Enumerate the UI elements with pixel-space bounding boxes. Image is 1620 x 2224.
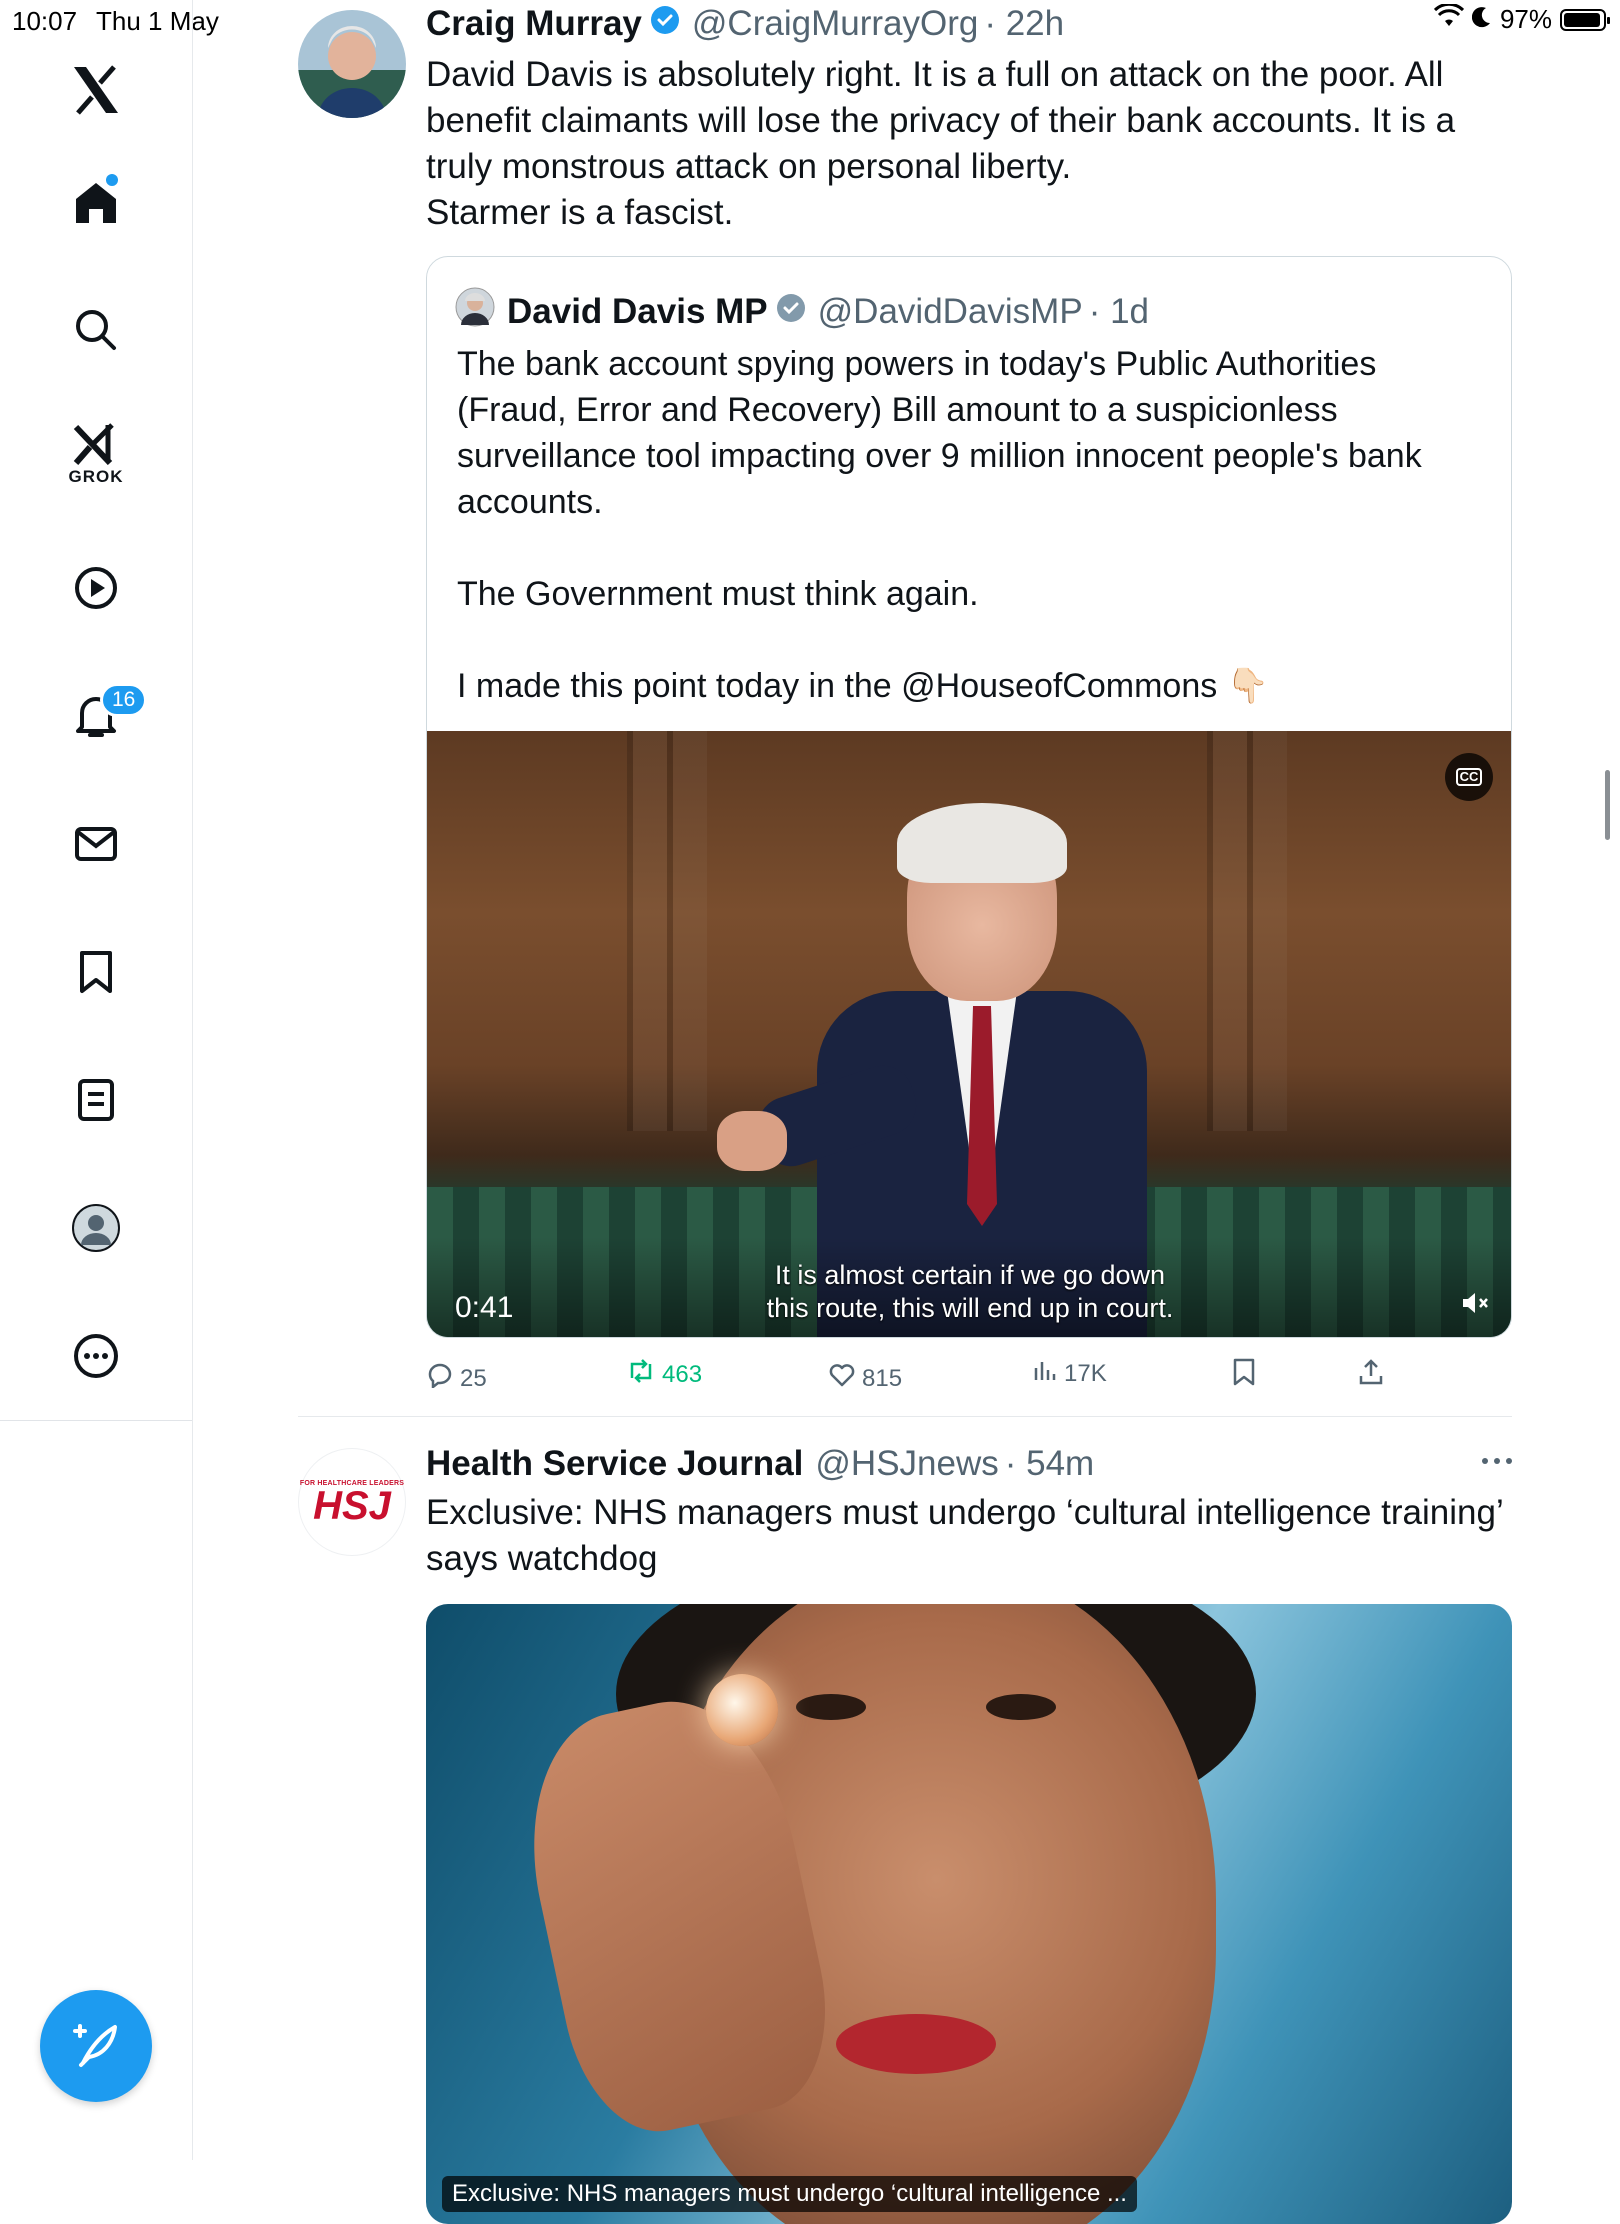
quoted-tweet[interactable]: David Davis MP @DavidDavisMP · 1d The ba… [426,256,1512,1338]
quoted-tweet-header: David Davis MP @DavidDavisMP · 1d [455,287,1149,336]
avatar[interactable]: FOR HEALTHCARE LEADERS HSJ [298,1448,406,1556]
more-options-icon[interactable] [1482,1458,1512,1464]
analytics-icon [1032,1358,1058,1389]
more-circle-icon [73,1333,119,1379]
verified-badge-icon [776,292,806,332]
tweet-text-line: David Davis is absolutely right. It is a… [426,55,1456,186]
mail-icon [74,826,118,862]
home-unread-dot [106,174,118,186]
compose-button[interactable] [40,1990,152,2102]
tweet-divider [298,1416,1512,1417]
quoted-author-handle[interactable]: @DavidDavisMP [818,292,1083,332]
sidebar-divider [0,1420,192,1421]
image-coin [706,1674,778,1746]
quoted-paragraph [457,525,1487,571]
views-count: 17K [1064,1359,1107,1387]
repost-count: 463 [662,1360,703,1388]
share-button[interactable] [1358,1358,1384,1393]
tweet-time[interactable]: · 22h [984,4,1064,44]
image-lips [836,2014,996,2074]
quoted-paragraph: The Government must think again. [457,575,979,613]
sidebar-item-messages[interactable] [56,804,136,884]
image-eye [986,1694,1056,1720]
sidebar-item-home[interactable] [56,162,136,242]
grok-icon [72,421,120,465]
author-name[interactable]: Craig Murray [426,4,642,44]
sidebar-item-profile[interactable] [56,1188,136,1268]
sidebar-item-grok[interactable]: GROK [56,414,136,494]
list-icon [77,1078,115,1122]
tweet-actions: 25 463 815 17K [426,1358,1486,1402]
like-button[interactable]: 815 [828,1362,902,1395]
quoted-author-name[interactable]: David Davis MP [507,292,768,332]
heart-icon [828,1362,856,1395]
like-count: 815 [862,1364,903,1392]
video-player[interactable]: CC 0:41 It is almost certain if we go do… [427,731,1511,1337]
sidebar-item-video[interactable] [56,548,136,628]
bookmark-icon [78,950,114,994]
share-icon [1358,1358,1384,1393]
avatar[interactable] [298,10,406,118]
tweet-text-line: Starmer is a fascist. [426,193,734,232]
play-icon [74,566,118,610]
notifications-badge: 16 [100,683,148,717]
moon-icon [1471,4,1492,35]
bookmark-button[interactable] [1232,1358,1256,1393]
compose-feather-icon [69,2017,123,2076]
repost-icon [626,1358,656,1391]
views-button[interactable]: 17K [1032,1358,1107,1389]
author-name[interactable]: Health Service Journal [426,1444,803,1484]
battery-percent: 97% [1499,4,1552,34]
author-handle[interactable]: @CraigMurrayOrg [692,4,978,44]
bookmark-icon [1232,1358,1256,1393]
cc-label: CC [1455,768,1483,786]
quoted-paragraph: The bank account spying powers in today'… [457,345,1422,521]
author-handle[interactable]: @HSJnews [815,1444,998,1484]
sidebar-item-bookmarks[interactable] [56,932,136,1012]
subtitle-line: It is almost certain if we go down [774,1260,1166,1290]
wood-panel [1207,731,1287,1131]
image-eye [796,1694,866,1720]
verified-badge-icon [650,4,680,44]
reply-icon [426,1362,454,1395]
mute-button[interactable] [1457,1287,1493,1323]
tweet-text: David Davis is absolutely right. It is a… [426,52,1526,236]
tweet-header: Health Service Journal @HSJnews · 54m [426,1444,1094,1484]
scrollbar[interactable] [1605,770,1610,840]
wood-panel [627,731,707,1131]
status-right: 97% [1433,2,1610,35]
wifi-icon [1433,2,1465,35]
repost-button[interactable]: 463 [626,1358,702,1391]
sidebar-item-search[interactable] [56,290,136,370]
search-icon [74,308,118,352]
quoted-paragraph [457,617,1487,663]
x-logo[interactable] [56,50,136,130]
tweet-image[interactable]: Exclusive: NHS managers must undergo ‘cu… [426,1604,1512,2224]
quoted-avatar[interactable] [455,287,495,336]
reply-count: 25 [460,1364,487,1392]
quoted-paragraph: I made this point today in the @HouseofC… [457,667,1270,705]
video-subtitle: It is almost certain if we go down this … [427,1259,1511,1325]
grok-label: GROK [68,467,124,486]
subtitle-line: this route, this will end up in court. [766,1293,1174,1323]
sidebar: GROK 16 [0,0,193,2160]
tweet-text: Exclusive: NHS managers must undergo ‘cu… [426,1493,1503,1578]
image-caption: Exclusive: NHS managers must undergo ‘cu… [442,2176,1137,2212]
reply-button[interactable]: 25 [426,1362,487,1395]
quoted-tweet-text: The bank account spying powers in today'… [457,341,1487,709]
captions-button[interactable]: CC [1445,753,1493,801]
speaker-muted-icon [1460,1290,1490,1321]
battery-icon [1560,8,1610,31]
profile-avatar-icon [71,1203,121,1253]
sidebar-item-lists[interactable] [56,1060,136,1140]
sidebar-item-more[interactable] [56,1316,136,1396]
quoted-tweet-time[interactable]: · 1d [1089,292,1149,332]
tweet-header: Craig Murray @CraigMurrayOrg · 22h [426,4,1064,44]
logo-text: HSJ [313,1483,391,1528]
tweet-time[interactable]: · 54m [1005,1444,1094,1484]
